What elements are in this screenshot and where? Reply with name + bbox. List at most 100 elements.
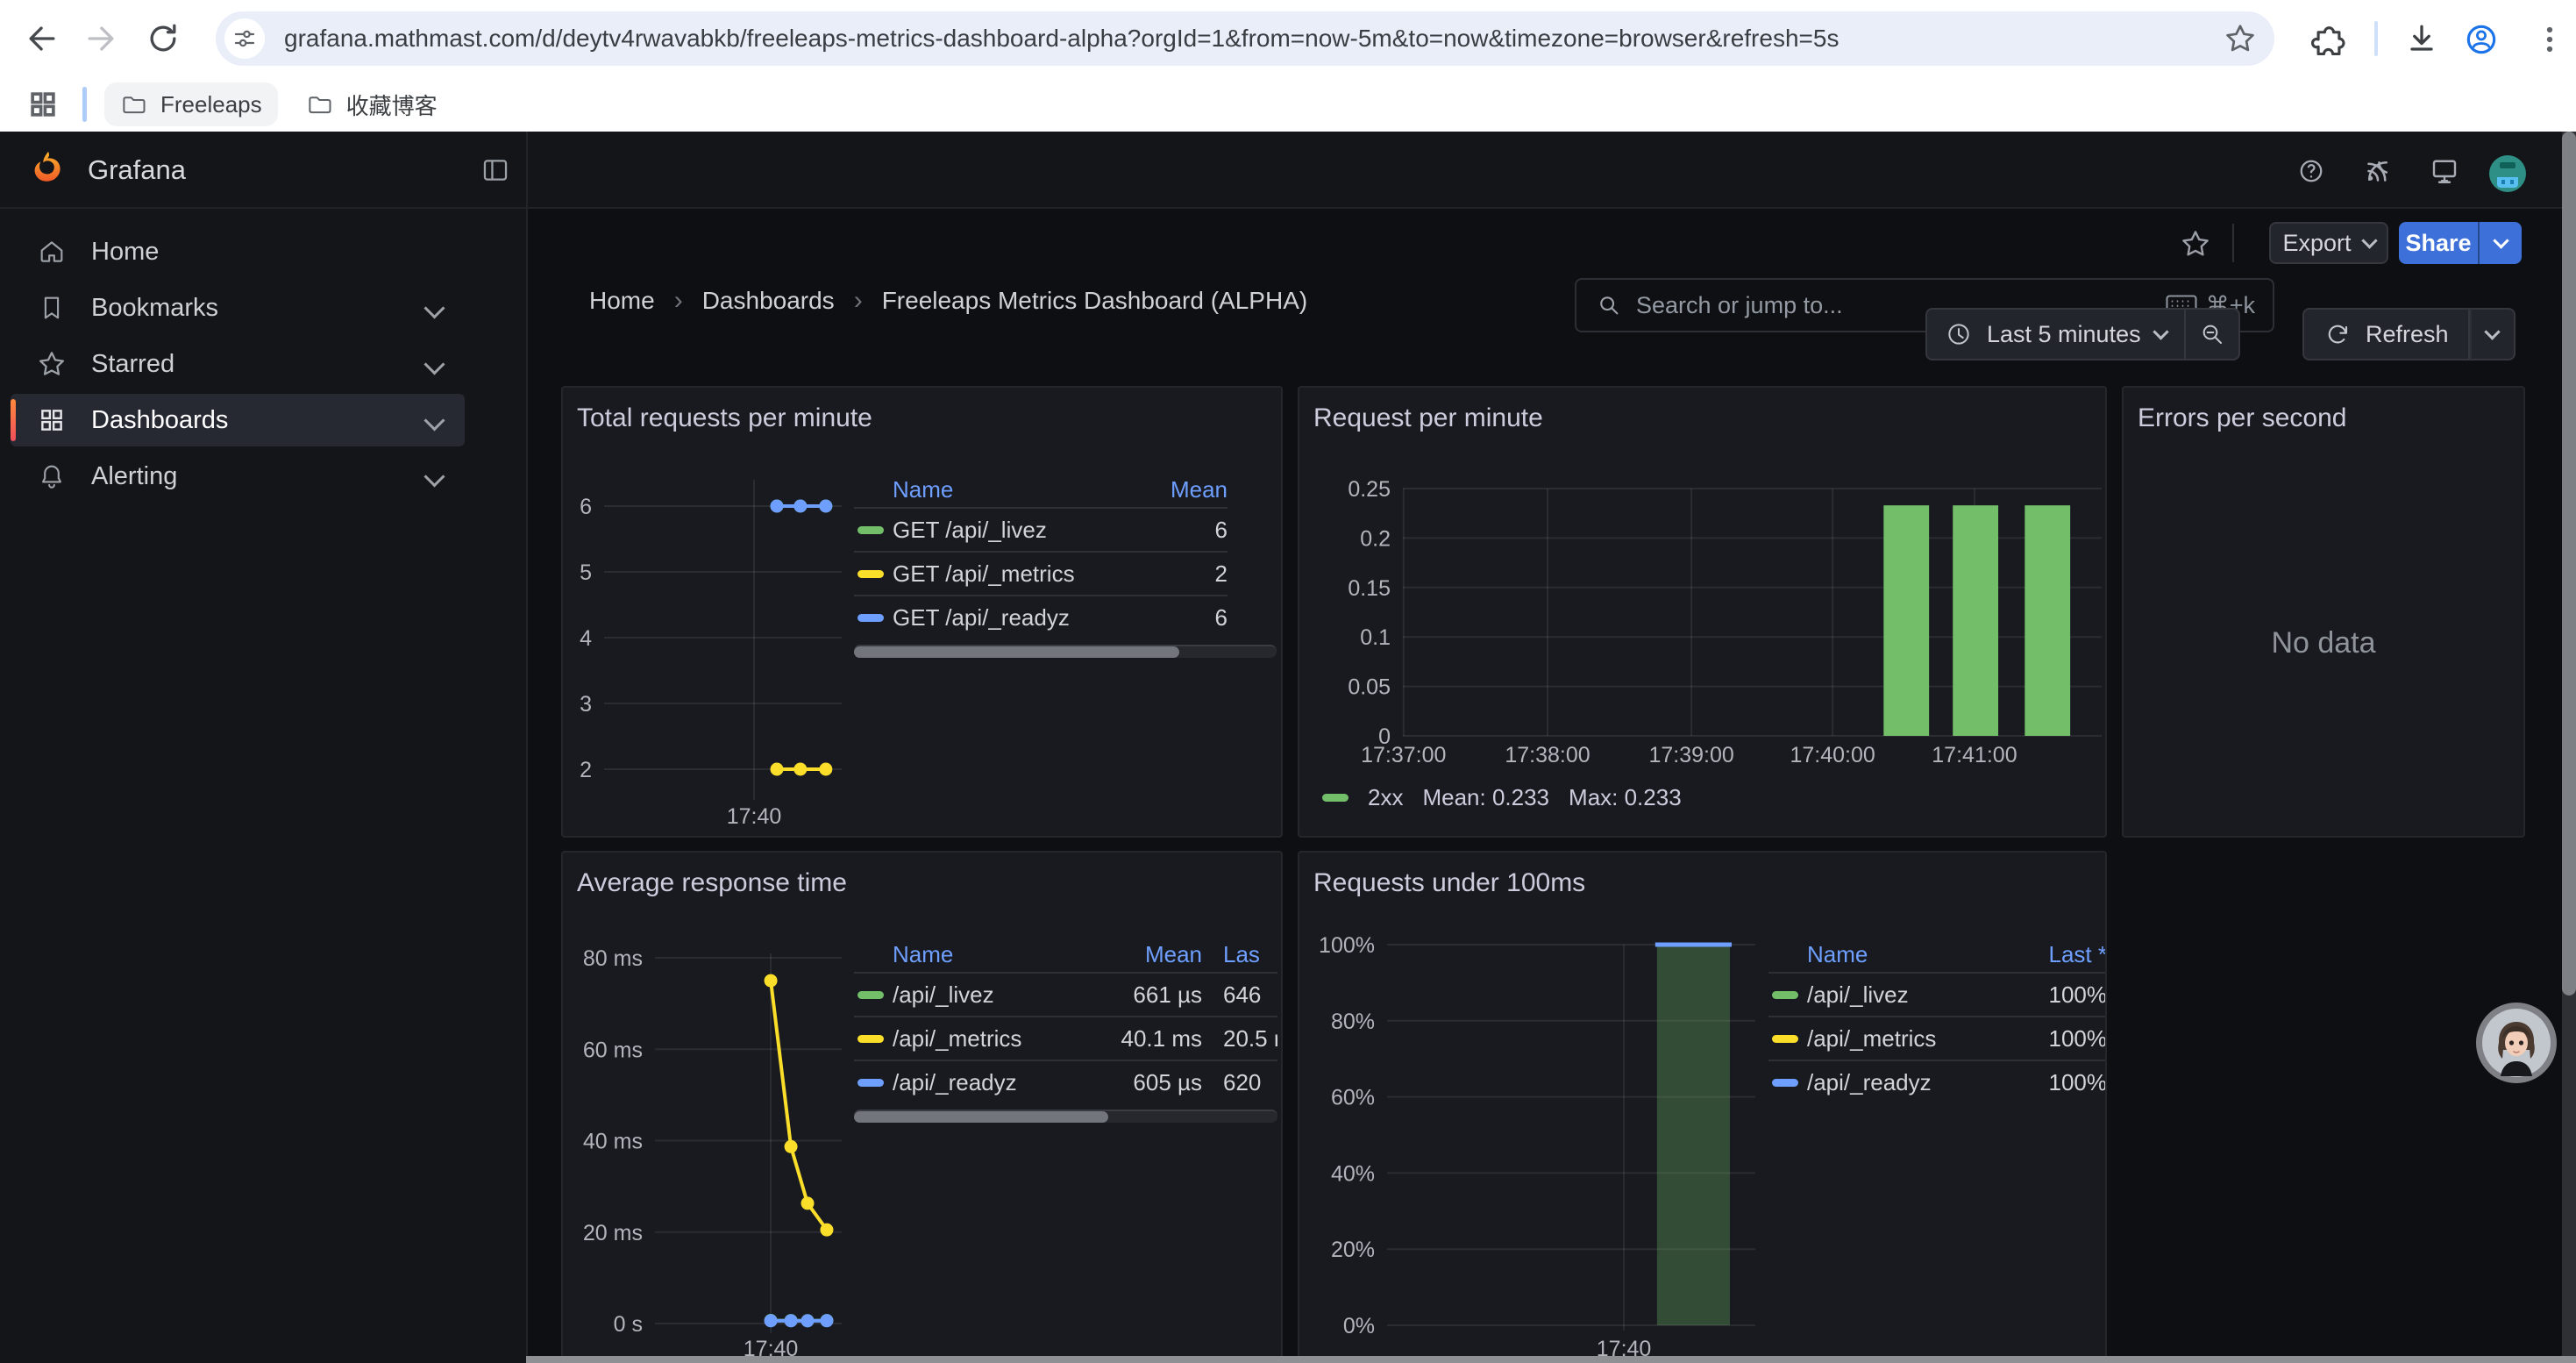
time-range-picker[interactable]: Last 5 minutes (1925, 308, 2186, 360)
sidebar-item-alerting[interactable]: Alerting (11, 450, 465, 503)
chevron-down-icon[interactable] (423, 466, 445, 487)
sidebar-item-home[interactable]: Home (11, 225, 465, 278)
chevron-down-icon[interactable] (423, 297, 445, 318)
legend-row[interactable]: GET /api/_metrics2 (854, 551, 1228, 595)
refresh-button[interactable]: Refresh (2302, 308, 2470, 360)
legend-row[interactable]: /api/_metrics100% (1768, 1016, 2107, 1060)
bookmark-folder-label[interactable]: 收藏博客 (346, 89, 438, 121)
sidebar-toggle-icon[interactable] (480, 155, 510, 185)
legend-series-name[interactable]: GET /api/_readyz (893, 604, 1131, 632)
legend-scrollbar[interactable] (854, 1110, 1277, 1123)
legend-column-header[interactable]: Las (1202, 941, 1277, 968)
legend-series-name[interactable]: /api/_livez (893, 981, 1097, 1009)
legend-column-header[interactable]: Name (893, 941, 1097, 968)
dashboards-grid-icon (37, 405, 68, 435)
legend-column-header[interactable]: Mean (1097, 941, 1202, 968)
bookmark-folder-label[interactable]: Freeleaps (160, 91, 262, 118)
panel-errors-per-second[interactable]: Errors per second No data (2122, 386, 2525, 838)
url-bar[interactable]: grafana.mathmast.com/d/deytv4rwavabkb/fr… (216, 11, 2274, 66)
back-icon[interactable] (23, 19, 61, 58)
reload-icon[interactable] (144, 19, 182, 58)
legend-column-header[interactable]: Name (893, 476, 1131, 503)
breadcrumb-separator: › (674, 286, 683, 316)
help-icon[interactable] (2295, 155, 2327, 187)
legend-row[interactable]: /api/_readyz605 µs620 (854, 1060, 1277, 1103)
legend-color-dash (857, 526, 884, 534)
legend-series-name[interactable]: GET /api/_livez (893, 517, 1131, 544)
legend-table-header[interactable]: NameMeanLas (854, 937, 1277, 972)
legend-column-header[interactable]: Name (1807, 941, 1993, 968)
refresh-label: Refresh (2366, 321, 2449, 348)
panel-requests-under-100ms[interactable]: Requests under 100ms 100%80%60%40%20%0%1… (1298, 851, 2107, 1363)
favorite-star-icon[interactable] (2180, 228, 2211, 260)
bookmark-folder-blogs[interactable]: 收藏博客 (290, 82, 453, 126)
legend-value: 100% (1993, 1025, 2107, 1053)
chevron-down-icon[interactable] (423, 410, 445, 431)
chevron-down-icon (2361, 232, 2377, 248)
legend-row[interactable]: /api/_livez100% (1768, 972, 2107, 1016)
legend-series-name[interactable]: GET /api/_metrics (893, 560, 1131, 588)
breadcrumb-home[interactable]: Home (589, 287, 655, 315)
bookmarks-bar: Freeleaps 收藏博客 (0, 77, 2576, 133)
site-settings-icon[interactable] (224, 18, 265, 59)
legend-mean: Mean: 0.233 (1422, 784, 1549, 811)
refresh-interval-dropdown[interactable] (2470, 308, 2516, 360)
url-text[interactable]: grafana.mathmast.com/d/deytv4rwavabkb/fr… (284, 25, 2206, 53)
sidebar-item-label: Home (91, 238, 159, 267)
panel-average-response-time[interactable]: Average response time 80 ms60 ms40 ms20 … (561, 851, 1283, 1363)
brand-name[interactable]: Grafana (88, 154, 186, 186)
export-button[interactable]: Export (2269, 222, 2388, 264)
legend-series-name[interactable]: /api/_readyz (1807, 1069, 1993, 1096)
legend-max: Max: 0.233 (1569, 784, 1682, 811)
legend-value: 2 (1131, 560, 1228, 588)
sidebar-item-bookmarks[interactable]: Bookmarks (11, 282, 465, 334)
assistant-avatar[interactable] (2476, 1003, 2557, 1083)
apps-grid-icon[interactable] (26, 88, 60, 121)
share-dropdown-button[interactable] (2478, 222, 2522, 264)
share-button[interactable]: Share (2399, 222, 2478, 264)
svg-text:20 ms: 20 ms (583, 1221, 643, 1245)
grafana-logo[interactable] (28, 149, 68, 189)
time-range-label: Last 5 minutes (1987, 321, 2141, 348)
chevron-down-icon[interactable] (423, 353, 445, 375)
monitor-icon[interactable] (2429, 155, 2460, 187)
news-rss-icon[interactable] (2362, 155, 2394, 187)
legend-scrollbar[interactable] (854, 645, 1277, 658)
vertical-scrollbar-thumb[interactable] (2562, 132, 2576, 995)
svg-text:6: 6 (580, 495, 592, 519)
legend-series-name[interactable]: /api/_readyz (893, 1069, 1097, 1096)
legend-table-header[interactable]: NameMean (854, 472, 1228, 507)
legend-table-header[interactable]: NameLast * (1768, 937, 2107, 972)
legend-column-header[interactable]: Mean (1131, 476, 1228, 503)
panel-request-per-minute[interactable]: Request per minute 0.250.20.150.10.05017… (1298, 386, 2107, 838)
legend-series-name[interactable]: /api/_metrics (1807, 1025, 1993, 1053)
bookmark-folder-freeleaps[interactable]: Freeleaps (104, 82, 278, 126)
sidebar: Home Bookmarks Starred Dashboards (0, 209, 526, 1363)
download-icon[interactable] (2402, 20, 2441, 59)
bookmark-star-icon[interactable] (2224, 22, 2257, 55)
home-icon (37, 237, 68, 267)
legend-row[interactable]: /api/_metrics40.1 ms20.5 r (854, 1016, 1277, 1060)
search-icon (1596, 292, 1622, 318)
sidebar-item-dashboards[interactable]: Dashboards (11, 394, 465, 446)
breadcrumb-dashboards[interactable]: Dashboards (702, 287, 835, 315)
legend-row[interactable]: GET /api/_livez6 (854, 507, 1228, 551)
legend-row[interactable]: /api/_readyz100% (1768, 1060, 2107, 1103)
legend-series-name[interactable]: /api/_livez (1807, 981, 1993, 1009)
legend-series-name[interactable]: 2xx (1368, 784, 1403, 811)
menu-kebab-icon[interactable] (2530, 20, 2569, 59)
forward-icon[interactable] (82, 19, 120, 58)
legend-series-name[interactable]: /api/_metrics (893, 1025, 1097, 1053)
sidebar-item-starred[interactable]: Starred (11, 338, 465, 390)
profile-icon[interactable] (2462, 20, 2501, 59)
extensions-icon[interactable] (2309, 20, 2348, 59)
panel-title[interactable]: Errors per second (2138, 403, 2346, 433)
horizontal-scrollbar[interactable] (526, 1356, 2576, 1363)
legend-column-header[interactable]: Last * (1993, 941, 2107, 968)
sidebar-item-label: Dashboards (91, 406, 228, 435)
legend[interactable]: 2xx Mean: 0.233 Max: 0.233 (1322, 784, 1682, 811)
panel-total-requests[interactable]: Total requests per minute 6543217:40 Nam… (561, 386, 1283, 838)
legend-row[interactable]: GET /api/_readyz6 (854, 595, 1228, 639)
legend-row[interactable]: /api/_livez661 µs646 (854, 972, 1277, 1016)
zoom-out-button[interactable] (2186, 308, 2240, 360)
